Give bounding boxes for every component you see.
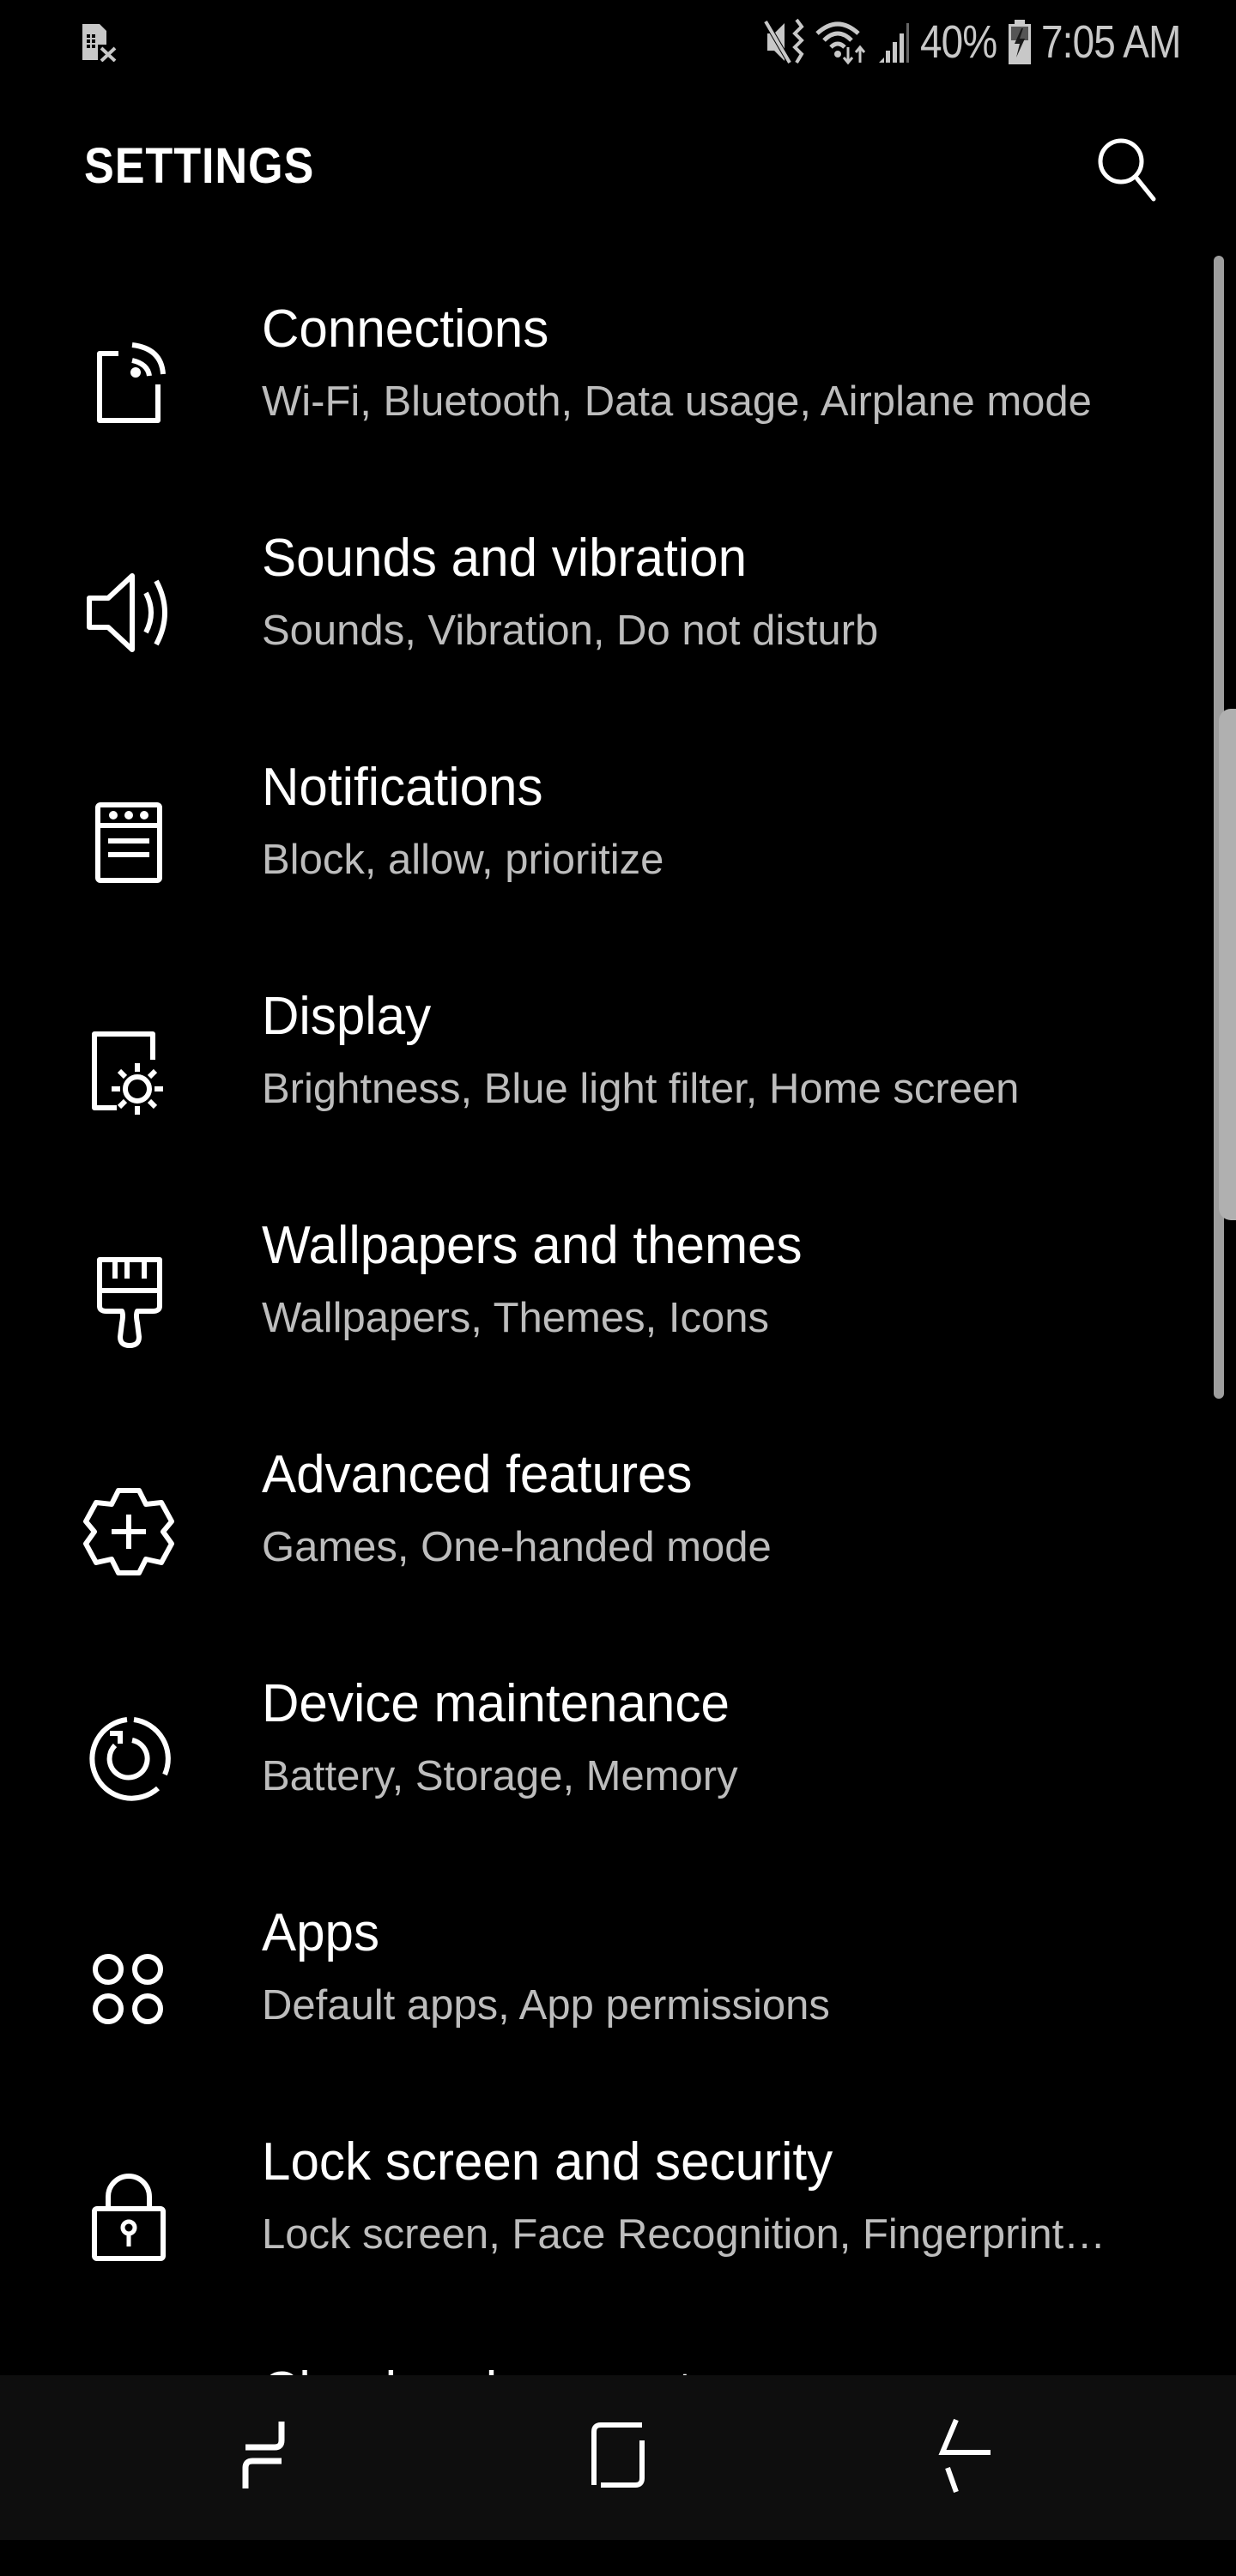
settings-item-connections[interactable]: Connections Wi-Fi, Bluetooth, Data usage… xyxy=(0,285,1202,514)
app-header: SETTINGS xyxy=(0,120,1236,215)
item-subtitle: Block, allow, prioritize xyxy=(262,837,664,883)
battery-charging-icon xyxy=(1007,18,1033,66)
back-icon xyxy=(938,2418,991,2494)
item-subtitle: Wallpapers, Themes, Icons xyxy=(262,1295,769,1341)
item-title: Lock screen and security xyxy=(262,2132,833,2192)
notifications-icon xyxy=(82,796,177,891)
settings-item-display[interactable]: Display Brightness, Blue light filter, H… xyxy=(0,972,1202,1201)
no-sim-icon xyxy=(79,22,118,62)
paintbrush-icon xyxy=(82,1255,177,1349)
settings-item-advanced-features[interactable]: Advanced features Games, One-handed mode xyxy=(0,1430,1202,1660)
wifi-data-icon xyxy=(815,18,869,66)
item-title: Display xyxy=(262,987,432,1046)
device-maintenance-icon xyxy=(82,1713,177,1807)
settings-item-wallpapers[interactable]: Wallpapers and themes Wallpapers, Themes… xyxy=(0,1201,1202,1430)
recents-button[interactable] xyxy=(225,2410,319,2504)
navigation-bar xyxy=(0,2375,1236,2540)
settings-item-apps[interactable]: Apps Default apps, App permissions xyxy=(0,1889,1202,2118)
speaker-icon xyxy=(82,567,177,662)
battery-percent: 40% xyxy=(919,16,997,68)
display-icon xyxy=(82,1025,177,1120)
gear-plus-icon xyxy=(82,1484,177,1578)
item-subtitle: Brightness, Blue light filter, Home scre… xyxy=(262,1066,1020,1112)
signal-icon xyxy=(877,18,912,66)
item-title: Sounds and vibration xyxy=(262,529,748,588)
item-title: Apps xyxy=(262,1903,380,1962)
lock-icon xyxy=(82,2171,177,2265)
item-subtitle: Games, One-handed mode xyxy=(262,1524,772,1570)
mute-vibrate-icon xyxy=(763,18,807,66)
settings-item-sounds[interactable]: Sounds and vibration Sounds, Vibration, … xyxy=(0,514,1202,743)
home-button[interactable] xyxy=(572,2410,666,2504)
item-title: Device maintenance xyxy=(262,1674,730,1733)
item-title: Wallpapers and themes xyxy=(262,1216,803,1275)
connections-icon xyxy=(82,338,177,432)
apps-icon xyxy=(82,1942,177,2036)
item-subtitle: Battery, Storage, Memory xyxy=(262,1753,738,1799)
back-button[interactable] xyxy=(915,2410,1009,2504)
settings-item-notifications[interactable]: Notifications Block, allow, prioritize xyxy=(0,743,1202,972)
edge-panel-handle[interactable] xyxy=(1219,709,1236,1220)
home-icon xyxy=(591,2422,645,2488)
page-title: SETTINGS xyxy=(84,138,315,194)
settings-item-lock-screen[interactable]: Lock screen and security Lock screen, Fa… xyxy=(0,2118,1202,2347)
item-title: Advanced features xyxy=(262,1445,693,1504)
item-subtitle: Default apps, App permissions xyxy=(262,1982,830,2029)
clock: 7:05 AM xyxy=(1040,16,1181,68)
status-bar: 40% 7:05 AM xyxy=(0,0,1236,86)
search-icon xyxy=(1098,138,1156,202)
item-subtitle: Lock screen, Face Recognition, Fingerpri… xyxy=(262,2211,1106,2258)
search-button[interactable] xyxy=(1090,132,1162,204)
item-subtitle: Sounds, Vibration, Do not disturb xyxy=(262,608,879,654)
item-subtitle: Wi-Fi, Bluetooth, Data usage, Airplane m… xyxy=(262,378,1092,425)
item-title: Notifications xyxy=(262,758,543,817)
recents-icon xyxy=(242,2422,285,2488)
settings-item-device-maintenance[interactable]: Device maintenance Battery, Storage, Mem… xyxy=(0,1660,1202,1889)
item-title: Connections xyxy=(262,299,549,359)
